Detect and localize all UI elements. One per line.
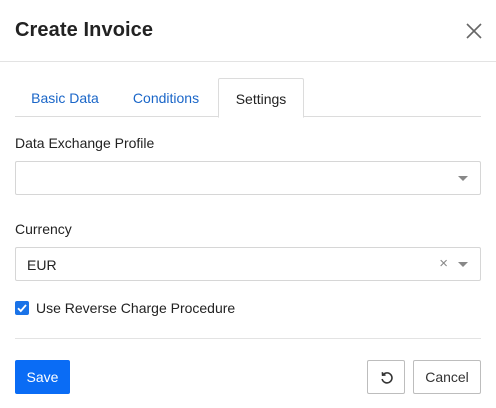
tab-basic-data[interactable]: Basic Data (15, 78, 115, 117)
dialog-title: Create Invoice (15, 19, 154, 41)
chevron-down-icon[interactable] (458, 176, 468, 181)
currency-select[interactable]: EUR × (15, 247, 481, 281)
currency-value: EUR (27, 257, 57, 273)
checkmark-icon (17, 304, 27, 313)
reverse-charge-checkbox[interactable] (15, 301, 29, 315)
tab-settings[interactable]: Settings (218, 78, 304, 118)
data-exchange-profile-select[interactable] (15, 161, 481, 195)
chevron-down-icon[interactable] (458, 262, 468, 267)
create-invoice-dialog: Create Invoice Basic Data Conditions Set… (0, 0, 496, 408)
save-button[interactable]: Save (15, 360, 70, 394)
close-icon[interactable] (462, 19, 486, 43)
reset-button[interactable] (367, 360, 405, 394)
reset-icon (381, 372, 393, 384)
tab-conditions[interactable]: Conditions (115, 78, 217, 117)
currency-label: Currency (15, 221, 72, 237)
footer-divider (15, 338, 481, 339)
dialog-header: Create Invoice (0, 0, 496, 62)
data-exchange-profile-label: Data Exchange Profile (15, 135, 155, 151)
cancel-button[interactable]: Cancel (413, 360, 481, 394)
reverse-charge-label[interactable]: Use Reverse Charge Procedure (36, 300, 235, 316)
tab-bar: Basic Data Conditions Settings (15, 78, 481, 118)
clear-icon[interactable]: × (439, 255, 448, 273)
